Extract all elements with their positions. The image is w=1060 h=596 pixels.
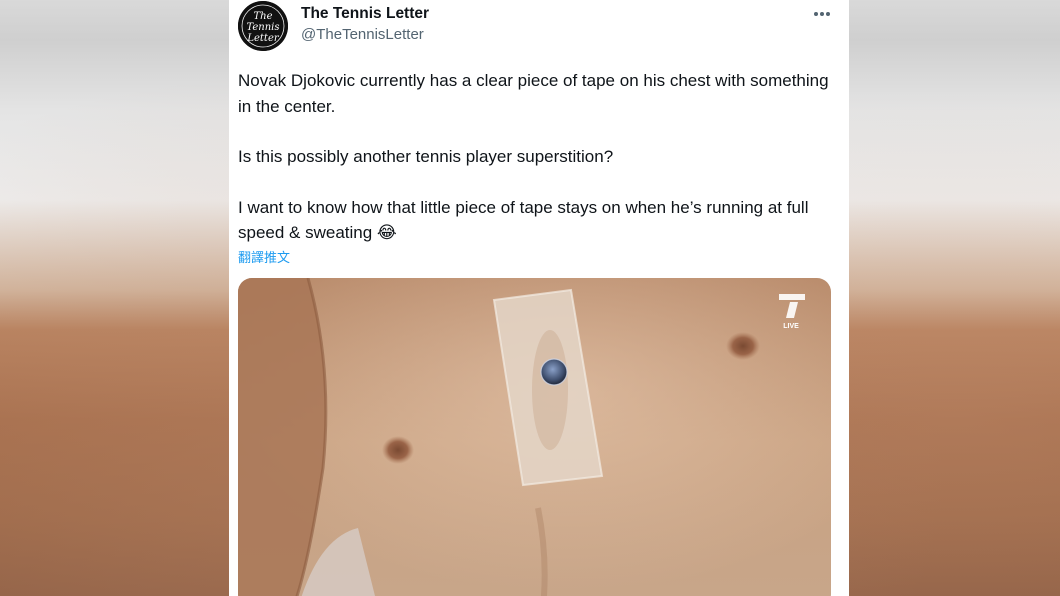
svg-text:Letter: Letter [246,33,280,44]
translate-tweet-link[interactable]: 翻譯推文 [238,247,290,266]
author-handle[interactable]: @TheTennisLetter [301,26,424,43]
tweet-paragraph-2: Is this possibly another tennis player s… [238,147,614,166]
tweet-media-image[interactable]: LIVE [238,278,831,596]
avatar[interactable]: The Tennis Letter [238,1,288,51]
svg-text:LIVE: LIVE [783,323,799,330]
more-icon [814,12,830,16]
svg-text:Tennis: Tennis [246,22,279,33]
tweet-text: Novak Djokovic currently has a clear pie… [238,68,840,246]
tweet-card: The Tennis Letter The Tennis Letter @The… [229,0,849,596]
author-name[interactable]: The Tennis Letter [301,5,429,23]
tweet-paragraph-1: Novak Djokovic currently has a clear pie… [238,71,829,116]
tweet-paragraph-3: I want to know how that little piece of … [238,197,809,243]
svg-text:The: The [253,11,272,22]
chest-photo: LIVE [238,278,831,596]
more-options-button[interactable] [810,4,834,24]
avatar-logo-icon: The Tennis Letter [238,1,288,51]
